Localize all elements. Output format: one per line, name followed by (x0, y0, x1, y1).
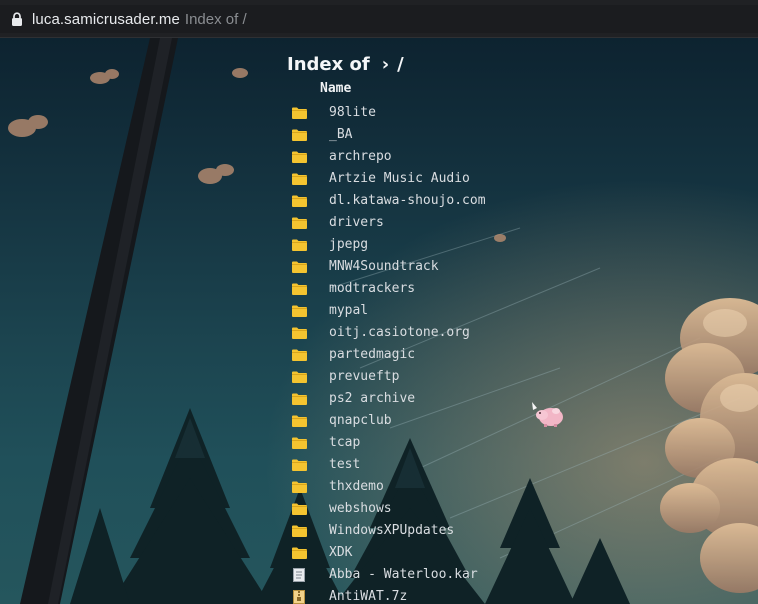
folder-icon[interactable] (291, 216, 307, 230)
page-title-label: Index of (287, 53, 370, 75)
entry-name-link[interactable]: modtrackers (329, 278, 415, 300)
list-item[interactable]: dl.katawa-shoujo.com (287, 190, 607, 212)
toolbar-divider (0, 37, 758, 38)
url-page-title[interactable]: Index of / (185, 11, 247, 28)
entry-name-link[interactable]: WindowsXPUpdates (329, 520, 454, 542)
address-bar: luca.samicrusader.me Index of / (0, 0, 758, 38)
entry-name-link[interactable]: drivers (329, 212, 384, 234)
url-host[interactable]: luca.samicrusader.me (32, 11, 180, 28)
folder-icon[interactable] (291, 480, 307, 494)
list-item[interactable]: partedmagic (287, 344, 607, 366)
entry-name-link[interactable]: oitj.casiotone.org (329, 322, 470, 344)
folder-icon[interactable] (291, 524, 307, 538)
list-item[interactable]: oitj.casiotone.org (287, 322, 607, 344)
entry-name-link[interactable]: thxdemo (329, 476, 384, 498)
folder-icon[interactable] (291, 106, 307, 120)
entry-name-link[interactable]: jpepg (329, 234, 368, 256)
entry-name-link[interactable]: qnapclub (329, 410, 392, 432)
list-item[interactable]: tcap (287, 432, 607, 454)
list-item[interactable]: thxdemo (287, 476, 607, 498)
list-item[interactable]: webshows (287, 498, 607, 520)
folder-icon[interactable] (291, 392, 307, 406)
column-header-name[interactable]: Name (320, 80, 607, 98)
omnibox[interactable]: luca.samicrusader.me Index of / (0, 5, 758, 33)
entry-name-link[interactable]: dl.katawa-shoujo.com (329, 190, 486, 212)
list-item[interactable]: Abba - Waterloo.kar (287, 564, 607, 586)
list-item[interactable]: XDK (287, 542, 607, 564)
file-icon[interactable] (291, 568, 307, 582)
file-list: 98lite _BA archrepo Artzie Music Audio dl.ka… (287, 102, 607, 604)
entry-name-link[interactable]: XDK (329, 542, 352, 564)
list-item[interactable]: prevueftp (287, 366, 607, 388)
entry-name-link[interactable]: Abba - Waterloo.kar (329, 564, 478, 586)
folder-icon[interactable] (291, 128, 307, 142)
entry-name-link[interactable]: mypal (329, 300, 368, 322)
folder-icon[interactable] (291, 150, 307, 164)
entry-name-link[interactable]: archrepo (329, 146, 392, 168)
folder-icon[interactable] (291, 172, 307, 186)
breadcrumb-separator-icon: › (381, 53, 390, 75)
folder-icon[interactable] (291, 414, 307, 428)
folder-icon[interactable] (291, 194, 307, 208)
folder-icon[interactable] (291, 458, 307, 472)
list-item[interactable]: modtrackers (287, 278, 607, 300)
list-item[interactable]: AntiWAT.7z (287, 586, 607, 604)
folder-icon[interactable] (291, 370, 307, 384)
entry-name-link[interactable]: test (329, 454, 360, 476)
folder-icon[interactable] (291, 502, 307, 516)
entry-name-link[interactable]: prevueftp (329, 366, 399, 388)
archive-icon[interactable] (291, 590, 307, 604)
folder-icon[interactable] (291, 546, 307, 560)
breadcrumb-root-link[interactable]: / (397, 54, 404, 75)
entry-name-link[interactable]: tcap (329, 432, 360, 454)
list-item[interactable]: test (287, 454, 607, 476)
browser-window: luca.samicrusader.me Index of / Index of… (0, 0, 758, 604)
list-item[interactable]: mypal (287, 300, 607, 322)
list-item[interactable]: drivers (287, 212, 607, 234)
lock-icon[interactable] (10, 11, 24, 27)
page-title: Index of › / (287, 52, 607, 76)
list-item[interactable]: jpepg (287, 234, 607, 256)
entry-name-link[interactable]: partedmagic (329, 344, 415, 366)
entry-name-link[interactable]: Artzie Music Audio (329, 168, 470, 190)
folder-icon[interactable] (291, 304, 307, 318)
entry-name-link[interactable]: MNW4Soundtrack (329, 256, 439, 278)
list-item[interactable]: MNW4Soundtrack (287, 256, 607, 278)
folder-icon[interactable] (291, 282, 307, 296)
folder-icon[interactable] (291, 260, 307, 274)
folder-icon[interactable] (291, 348, 307, 362)
folder-icon[interactable] (291, 238, 307, 252)
entry-name-link[interactable]: AntiWAT.7z (329, 586, 407, 604)
entry-name-link[interactable]: ps2 archive (329, 388, 415, 410)
list-item[interactable]: 98lite (287, 102, 607, 124)
entry-name-link[interactable]: _BA (329, 124, 352, 146)
directory-listing: Index of › / Name 98lite _BA archrepo Artzi… (287, 52, 607, 604)
list-item[interactable]: archrepo (287, 146, 607, 168)
list-item[interactable]: _BA (287, 124, 607, 146)
entry-name-link[interactable]: 98lite (329, 102, 376, 124)
folder-icon[interactable] (291, 436, 307, 450)
pig-sprite (530, 398, 566, 432)
entry-name-link[interactable]: webshows (329, 498, 392, 520)
list-item[interactable]: Artzie Music Audio (287, 168, 607, 190)
folder-icon[interactable] (291, 326, 307, 340)
list-item[interactable]: WindowsXPUpdates (287, 520, 607, 542)
